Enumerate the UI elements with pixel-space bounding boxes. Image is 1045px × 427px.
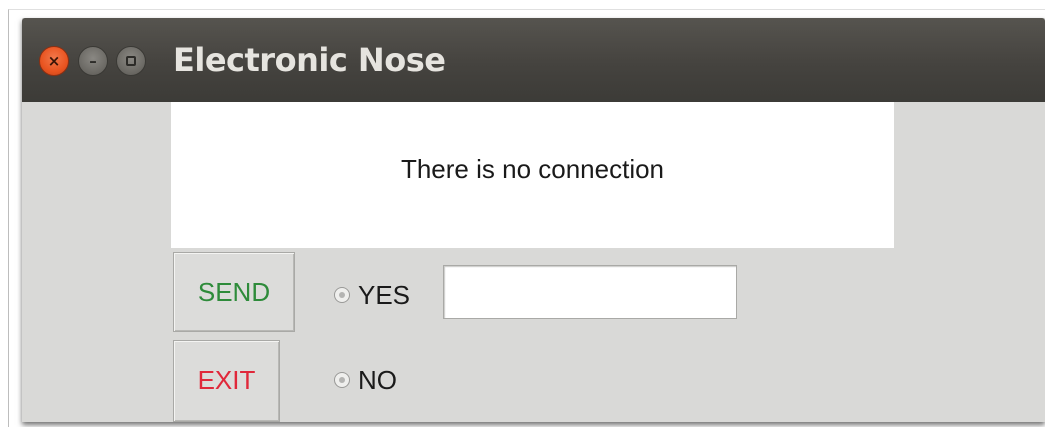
radio-icon[interactable] bbox=[334, 287, 350, 304]
close-button[interactable]: × bbox=[39, 46, 69, 76]
radio-no[interactable]: NO bbox=[334, 365, 397, 395]
status-panel: There is no connection bbox=[171, 102, 894, 248]
exit-button[interactable]: EXIT bbox=[173, 340, 280, 422]
app-window: × – Electronic Nose There is no connecti… bbox=[22, 18, 1045, 422]
send-button[interactable]: SEND bbox=[173, 252, 295, 332]
maximize-button[interactable] bbox=[116, 46, 146, 76]
maximize-icon bbox=[126, 56, 136, 66]
window-title: Electronic Nose bbox=[173, 41, 446, 79]
close-icon: × bbox=[47, 52, 61, 70]
minimize-icon: – bbox=[89, 52, 97, 70]
status-message: There is no connection bbox=[400, 154, 665, 184]
text-input[interactable] bbox=[443, 265, 737, 319]
radio-no-label: NO bbox=[358, 365, 397, 395]
title-bar[interactable]: × – Electronic Nose bbox=[22, 18, 1045, 102]
minimize-button[interactable]: – bbox=[78, 46, 108, 76]
radio-yes-label: YES bbox=[358, 280, 411, 310]
radio-yes[interactable]: YES bbox=[334, 280, 410, 310]
radio-icon[interactable] bbox=[334, 372, 350, 389]
